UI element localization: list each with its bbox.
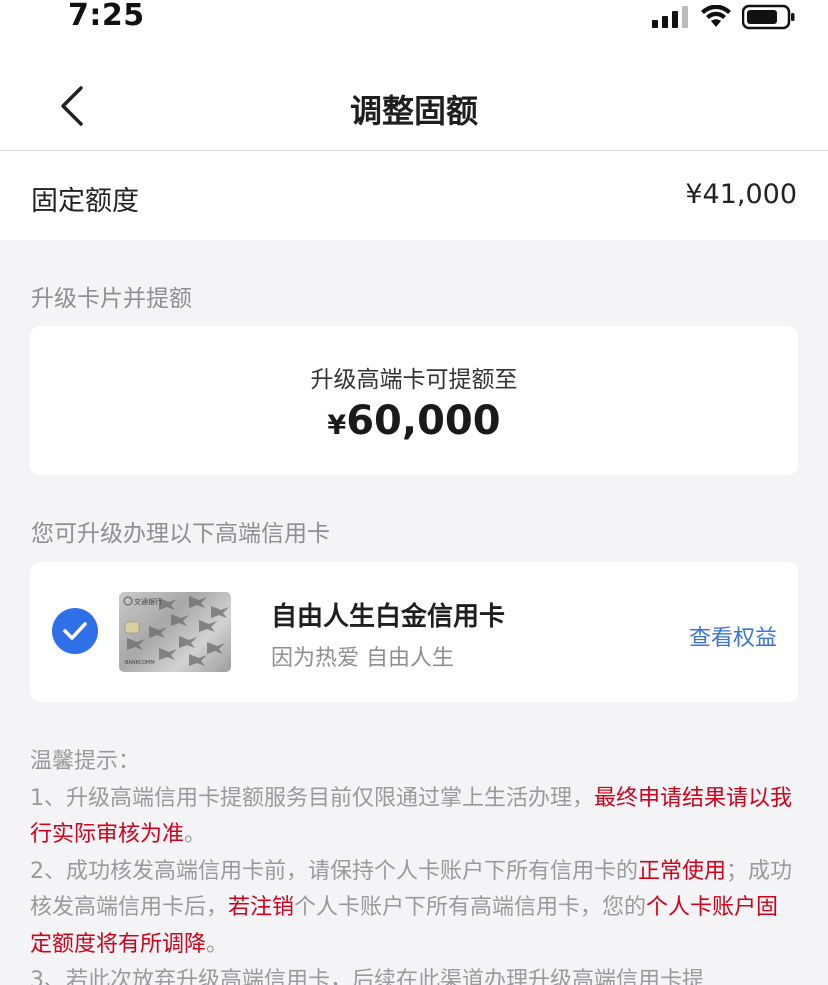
tips-text: 2、成功核发高端信用卡前，请保持个人卡账户下所有信用卡的: [30, 858, 638, 884]
fixed-limit-value: ¥41,000: [685, 179, 797, 210]
upgrade-caption: 升级高端卡可提额至: [310, 367, 518, 393]
nav-bar: 调整固额: [0, 40, 828, 151]
credit-card-image: 交通银行 BANKCOMM: [119, 592, 231, 672]
upgrade-amount: ¥60,000: [30, 398, 798, 444]
tips-text: 。: [184, 822, 207, 847]
status-time: 7:25: [68, 0, 145, 33]
card-option[interactable]: 交通银行 BANKCOMM 自由人生白金信用卡 因为热爱 自由人生 查看权益: [30, 562, 798, 702]
cellular-signal-icon: [652, 6, 688, 28]
upgrade-amount-value: 60,000: [346, 398, 501, 444]
tips-text: 。: [206, 931, 229, 957]
tips-text: 个人卡账户下所有高端信用卡，您的: [294, 895, 647, 920]
battery-icon: [742, 4, 795, 30]
tips-item-3: 3、若此次放弃升级高端信用卡，后续在此渠道办理升级高端信用卡提: [30, 968, 704, 985]
tips-item-2: 2、成功核发高端信用卡前，请保持个人卡账户下所有信用卡的正常使用；成功核发高端信…: [30, 854, 800, 964]
selected-checkbox[interactable]: [52, 608, 98, 654]
currency-symbol: ¥: [327, 410, 347, 441]
tips-highlight: 正常使用: [638, 858, 727, 884]
card-name: 自由人生白金信用卡: [271, 602, 506, 632]
page-title: 调整固额: [349, 92, 478, 130]
card-brand-text: BANKCOMM: [125, 660, 155, 666]
status-bar: 7:25: [0, 0, 828, 40]
bird-pattern-icon: 交通银行 BANKCOMM: [123, 596, 229, 666]
fixed-limit-row: 固定额度 ¥41,000: [0, 151, 828, 240]
upgrade-section-label: 升级卡片并提额: [31, 286, 192, 312]
cards-section-label: 您可升级办理以下高端信用卡: [31, 521, 330, 547]
tips-section: 温馨提示： 1、升级高端信用卡提额服务目前仅限通过掌上生活办理，最终申请结果请以…: [30, 744, 800, 985]
wifi-icon: [701, 5, 731, 27]
fixed-limit-label: 固定额度: [31, 186, 139, 217]
upgrade-limit-card: 升级高端卡可提额至 ¥60,000: [30, 326, 798, 475]
view-benefits-link[interactable]: 查看权益: [689, 620, 777, 652]
status-icons: [652, 4, 796, 30]
tips-title: 温馨提示：: [30, 749, 141, 774]
tips-text: 1、升级高端信用卡提额服务目前仅限通过掌上生活办理，: [30, 785, 594, 811]
card-slogan: 因为热爱 自由人生: [271, 646, 454, 671]
checkmark-icon: [63, 622, 87, 640]
tips-highlight: 若注销: [228, 895, 295, 920]
card-logo-text: 交通银行: [134, 597, 162, 606]
tips-item-1: 1、升级高端信用卡提额服务目前仅限通过掌上生活办理，最终申请结果请以我行实际审核…: [30, 781, 800, 854]
